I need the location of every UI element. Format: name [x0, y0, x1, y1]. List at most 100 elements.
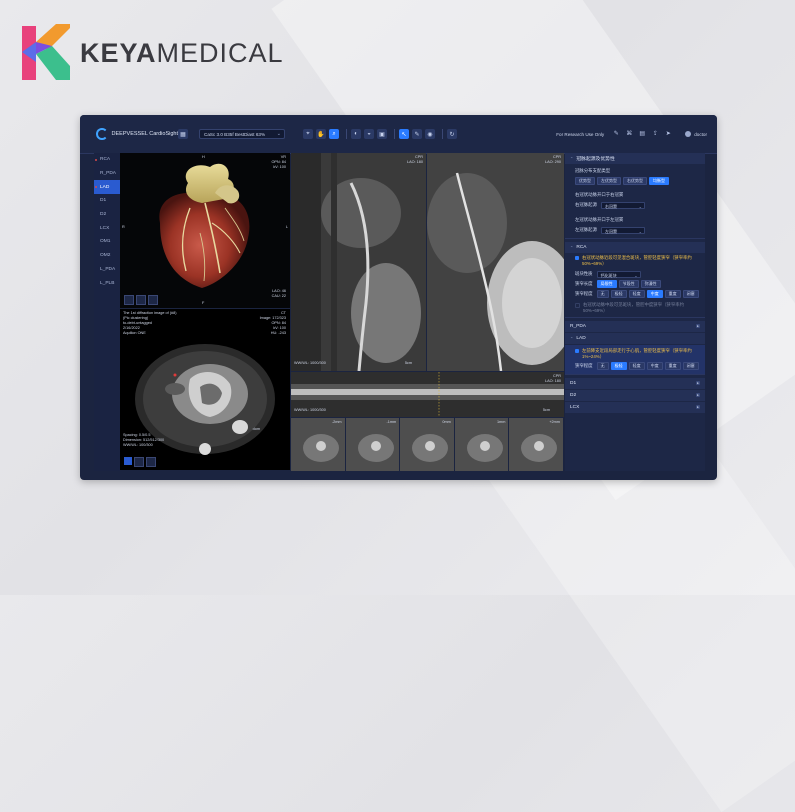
section-lad-header[interactable]: ⌃ LAD	[565, 333, 705, 344]
expand-icon[interactable]: ▸	[696, 405, 700, 409]
edit-icon[interactable]: ✎	[612, 130, 620, 138]
option-pill[interactable]: 极轻	[610, 361, 627, 370]
rca-nature-row: 斑块性质 钙化斑块 ⌄	[565, 269, 705, 279]
cross-section-offset: 1mm	[496, 420, 506, 424]
user-menu[interactable]: doctor	[685, 131, 707, 137]
expand-icon[interactable]: ▸	[696, 393, 700, 397]
vessel-item-lad[interactable]: LAD	[94, 180, 120, 195]
vessel-item-l-pda[interactable]: L_PDA	[94, 263, 120, 277]
vr-overlay-info: VR OPN: 84 kV: 100	[271, 155, 286, 169]
option-pill[interactable]: 均衡型	[649, 177, 669, 185]
axial-ct-viewport[interactable]: The 1st diffraction image of (#8) (Pic c…	[120, 309, 290, 470]
cross-section-view[interactable]: +2mm	[509, 418, 563, 471]
checkbox-checked-icon[interactable]	[575, 349, 579, 353]
cursor-icon[interactable]: ↖	[399, 129, 409, 139]
option-pill[interactable]: 极轻	[610, 290, 627, 298]
vessel-item-rca[interactable]: RCA	[94, 153, 120, 167]
cpr-viewport-1[interactable]: CPR LAO: 180 WW/WL: 1000/300 5cm	[291, 153, 426, 371]
eye-icon[interactable]: ◉	[425, 129, 435, 139]
section-rca-header[interactable]: ⌃ RCA	[565, 242, 705, 253]
report-icon[interactable]: ▤	[638, 130, 646, 138]
cross-section-view[interactable]: -2mm	[291, 418, 345, 471]
vessel-item-r-pda[interactable]: R_PDA	[94, 167, 120, 181]
left-origin-label: 左冠状动脉开口于左冠窦	[575, 216, 624, 222]
series-select[interactable]: CaSc 3.0 B35f BestDiast 63% ⌄	[199, 129, 285, 139]
option-pill[interactable]: 局限性	[596, 280, 617, 288]
axial-overlay-window: Spacing: 0.5/0.5 Dimension: 512/512/300 …	[123, 433, 165, 447]
brush-icon[interactable]: ✎	[412, 129, 422, 139]
option-pill[interactable]: 中度	[646, 361, 663, 370]
option-pill[interactable]: 左优势型	[597, 177, 621, 185]
cross-section-view[interactable]: 0mm	[400, 418, 454, 471]
rca-extra-finding: 右冠状动脉中段可见斑块，管腔中度狭窄（狭窄率约50%~69%）	[565, 302, 705, 314]
hand-icon[interactable]: ✋	[316, 129, 326, 139]
cross-section-view[interactable]: -1mm	[345, 418, 400, 471]
vr-overlay-angle: LAO: 46 CAU: 22	[271, 289, 286, 298]
straightened-viewport[interactable]: CPR LAO: 180 WW/WL: 1000/300 5cm	[291, 372, 564, 417]
vessel-label: D2	[100, 212, 107, 218]
camera-icon[interactable]: ▣	[377, 129, 387, 139]
vessel-item-d1[interactable]: D1	[94, 194, 120, 208]
option-pill[interactable]: 重度	[664, 290, 681, 298]
vessel-icon[interactable]	[136, 295, 146, 305]
plaque-nature-select[interactable]: 钙化斑块 ⌄	[596, 270, 641, 278]
option-pill[interactable]: 无	[596, 361, 609, 370]
option-pill[interactable]: 轻度	[628, 290, 645, 298]
option-pill[interactable]: 节段性	[618, 280, 639, 288]
window-icon[interactable]: ◒	[364, 129, 374, 139]
vessel-item-l-plb[interactable]: L_PLB	[94, 276, 120, 290]
option-pill[interactable]: 无	[596, 290, 609, 298]
straight-overlay-info: CPR LAO: 180	[544, 374, 561, 383]
option-pill[interactable]: 闭塞	[682, 361, 699, 370]
section-r-pda-header[interactable]: R_PDA ▸	[565, 321, 705, 332]
option-pill[interactable]: 闭塞	[682, 290, 699, 298]
section-lcx-header[interactable]: LCX ▸	[565, 402, 705, 413]
vessel-item-om1[interactable]: OM1	[94, 235, 120, 249]
section-d2-header[interactable]: D2 ▸	[565, 390, 705, 401]
vessel-label: D1	[100, 198, 107, 204]
tree-icon[interactable]	[148, 295, 158, 305]
network-icon[interactable]: ⌘	[625, 130, 633, 138]
chevron-down-icon: ⌄	[638, 228, 642, 234]
vr-3d-viewport[interactable]: H VR OPN: 84 kV: 100 R L LAO: 46 CAU: 22…	[120, 153, 290, 308]
right-origin-label: 右冠状动脉开口于右冠窦	[575, 191, 624, 197]
contrast-icon[interactable]: ◐	[351, 129, 361, 139]
straight-overlay-scale: 5cm	[542, 408, 550, 412]
chevron-up-icon: ⌃	[570, 245, 574, 250]
pointer-icon[interactable]	[124, 457, 132, 465]
option-pill[interactable]: 中度	[646, 290, 663, 298]
divider	[346, 129, 347, 139]
crosshair-icon[interactable]	[134, 457, 144, 467]
heart-icon[interactable]	[124, 295, 134, 305]
section-dominance-header[interactable]: ⌃ 冠脉起源及优势性	[565, 153, 705, 164]
cpr-viewport-2[interactable]: CPR LAO: 290	[427, 153, 564, 371]
option-pill[interactable]: 轻度	[628, 361, 645, 370]
refresh-icon[interactable]: ↻	[447, 129, 457, 139]
option-pill[interactable]: 右优势型	[623, 177, 647, 185]
option-pill[interactable]: 重度	[664, 361, 681, 370]
rca-length-row: 狭窄长度 局限性 节段性 弥漫性	[565, 279, 705, 289]
grid-icon[interactable]: ▦	[178, 129, 188, 139]
send-icon[interactable]: ➤	[664, 130, 672, 138]
cross-section-offset: -2mm	[331, 420, 342, 424]
option-pill[interactable]: 弥漫性	[640, 280, 661, 288]
cross-section-view[interactable]: 1mm	[454, 418, 509, 471]
zoom-icon[interactable]: ⌕	[329, 129, 339, 139]
right-origin-select[interactable]: 右冠窦 ⌄	[600, 201, 645, 209]
export-icon[interactable]: ⇪	[651, 130, 659, 138]
section-d1-header[interactable]: D1 ▸	[565, 378, 705, 389]
option-pill[interactable]: 优势型	[575, 177, 595, 185]
target-icon[interactable]: ⌖	[303, 129, 313, 139]
left-origin-select[interactable]: 左冠窦 ⌄	[600, 226, 645, 234]
vessel-item-om2[interactable]: OM2	[94, 249, 120, 263]
expand-icon[interactable]: ▸	[696, 381, 700, 385]
expand-icon[interactable]: ▸	[696, 324, 700, 328]
cross-section-offset: 0mm	[442, 420, 451, 424]
degree-options: 无极轻 轻度 中度 重度 闭塞	[596, 361, 701, 370]
checkbox-checked-icon[interactable]	[575, 256, 579, 260]
measure-icon[interactable]	[146, 457, 156, 467]
checkbox-unchecked-icon[interactable]	[575, 303, 580, 308]
axial-overlay-study: The 1st diffraction image of (#8) (Pic c…	[123, 311, 177, 335]
vessel-item-d2[interactable]: D2	[94, 208, 120, 222]
vessel-item-lcx[interactable]: LCX	[94, 221, 120, 235]
